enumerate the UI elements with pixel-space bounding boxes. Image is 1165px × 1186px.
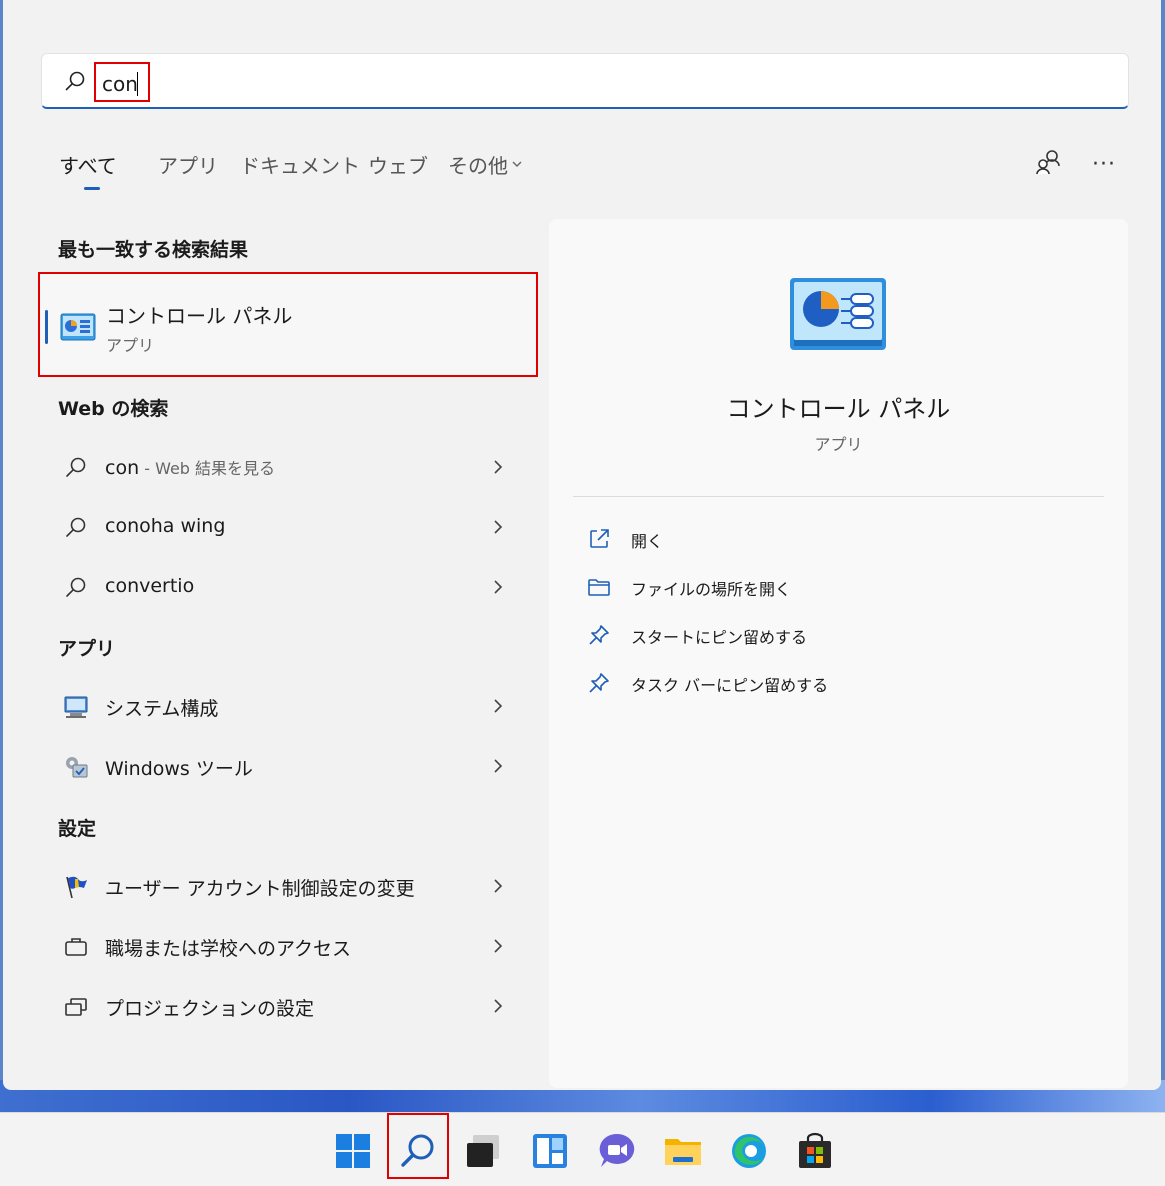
store-icon[interactable] xyxy=(795,1131,835,1171)
web-result-hint: - Web 結果を見る xyxy=(139,459,276,478)
task-view-icon[interactable] xyxy=(463,1131,503,1171)
preview-subtitle: アプリ xyxy=(814,435,863,454)
section-apps: アプリ xyxy=(58,638,116,660)
section-best-match: 最も一致する検索結果 xyxy=(58,239,249,261)
action-open[interactable]: 開く xyxy=(587,523,987,555)
chevron-right-icon xyxy=(494,580,503,594)
search-panel: con すべて アプリ ドキュメント ウェブ その他 ··· 最も一致する検索結… xyxy=(3,0,1161,1090)
settings-result-label: プロジェクションの設定 xyxy=(105,998,315,1020)
app-result-item[interactable]: システム構成 xyxy=(43,682,523,730)
open-icon xyxy=(590,529,609,548)
account-switch-icon[interactable] xyxy=(1036,148,1062,176)
uac-flag-icon xyxy=(66,876,87,899)
settings-result-label: ユーザー アカウント制御設定の変更 xyxy=(105,878,415,900)
action-open-file-location[interactable]: ファイルの場所を開く xyxy=(587,571,987,603)
search-input-highlight: con xyxy=(94,62,150,102)
search-icon xyxy=(66,517,86,537)
folder-icon xyxy=(588,579,610,596)
tab-all[interactable]: すべて xyxy=(59,150,117,179)
action-label: ファイルの場所を開く xyxy=(631,580,792,599)
widgets-icon[interactable] xyxy=(530,1131,570,1171)
taskbar xyxy=(0,1112,1165,1186)
briefcase-icon xyxy=(65,938,87,956)
search-box[interactable]: con xyxy=(41,53,1129,109)
search-icon xyxy=(65,71,85,91)
app-result-item[interactable]: Windows ツール xyxy=(43,742,523,790)
action-label: タスク バーにピン留めする xyxy=(631,676,829,695)
chevron-right-icon xyxy=(494,460,503,474)
chevron-right-icon xyxy=(494,939,503,953)
windows-tools-icon xyxy=(66,757,88,778)
settings-result-item[interactable]: 職場または学校へのアクセス xyxy=(43,922,523,970)
preview-title: コントロール パネル xyxy=(726,395,951,423)
best-match-item[interactable]: コントロール パネル アプリ xyxy=(38,272,538,377)
app-result-label: Windows ツール xyxy=(105,758,253,780)
edge-icon[interactable] xyxy=(729,1131,769,1171)
chevron-right-icon xyxy=(494,520,503,534)
divider xyxy=(573,496,1104,497)
more-options-button[interactable]: ··· xyxy=(1092,152,1116,177)
web-result-item[interactable]: conoha wing xyxy=(43,503,523,551)
tab-more[interactable]: その他 xyxy=(448,150,508,179)
search-icon xyxy=(66,577,86,597)
web-result-label: conoha wing xyxy=(105,515,226,537)
action-pin-to-taskbar[interactable]: タスク バーにピン留めする xyxy=(587,667,987,699)
file-explorer-icon[interactable] xyxy=(663,1131,703,1171)
pin-icon xyxy=(589,625,609,645)
chevron-right-icon xyxy=(494,999,503,1013)
pin-icon xyxy=(589,673,609,693)
app-result-label: システム構成 xyxy=(105,698,219,720)
chevron-right-icon xyxy=(494,699,503,713)
tab-apps[interactable]: アプリ xyxy=(158,150,218,179)
best-match-title: コントロール パネル xyxy=(106,304,293,328)
chevron-down-icon[interactable] xyxy=(511,160,523,168)
web-result-item[interactable]: convertio xyxy=(43,563,523,611)
taskbar-search-highlight xyxy=(387,1113,449,1179)
section-web-search: Web の検索 xyxy=(58,398,169,420)
projection-icon xyxy=(65,998,87,1016)
chevron-right-icon xyxy=(494,759,503,773)
settings-result-item[interactable]: プロジェクションの設定 xyxy=(43,982,523,1030)
text-caret xyxy=(137,72,138,96)
control-panel-icon xyxy=(790,278,886,350)
tab-web[interactable]: ウェブ xyxy=(368,150,428,179)
web-result-item[interactable]: con - Web 結果を見る xyxy=(43,443,523,491)
selected-indicator xyxy=(45,310,48,344)
web-result-label: con xyxy=(105,457,140,479)
windows-start-icon[interactable] xyxy=(333,1131,373,1171)
system-configuration-icon xyxy=(64,696,88,718)
chat-icon[interactable] xyxy=(597,1131,637,1171)
action-pin-to-start[interactable]: スタートにピン留めする xyxy=(587,619,987,651)
search-input[interactable]: con xyxy=(102,72,138,96)
settings-result-item[interactable]: ユーザー アカウント制御設定の変更 xyxy=(43,862,523,910)
control-panel-icon xyxy=(60,313,96,341)
action-label: 開く xyxy=(631,532,664,551)
search-icon xyxy=(66,457,86,477)
preview-pane: コントロール パネル アプリ 開く ファイルの場所を開く スタートにピン留めする xyxy=(549,219,1128,1088)
web-result-label: convertio xyxy=(105,575,195,597)
chevron-right-icon xyxy=(494,879,503,893)
tab-active-indicator xyxy=(84,187,100,190)
action-label: スタートにピン留めする xyxy=(631,628,808,647)
best-match-subtitle: アプリ xyxy=(106,336,155,355)
settings-result-label: 職場または学校へのアクセス xyxy=(105,938,352,960)
section-settings: 設定 xyxy=(58,818,97,840)
tab-documents[interactable]: ドキュメント xyxy=(240,150,360,179)
